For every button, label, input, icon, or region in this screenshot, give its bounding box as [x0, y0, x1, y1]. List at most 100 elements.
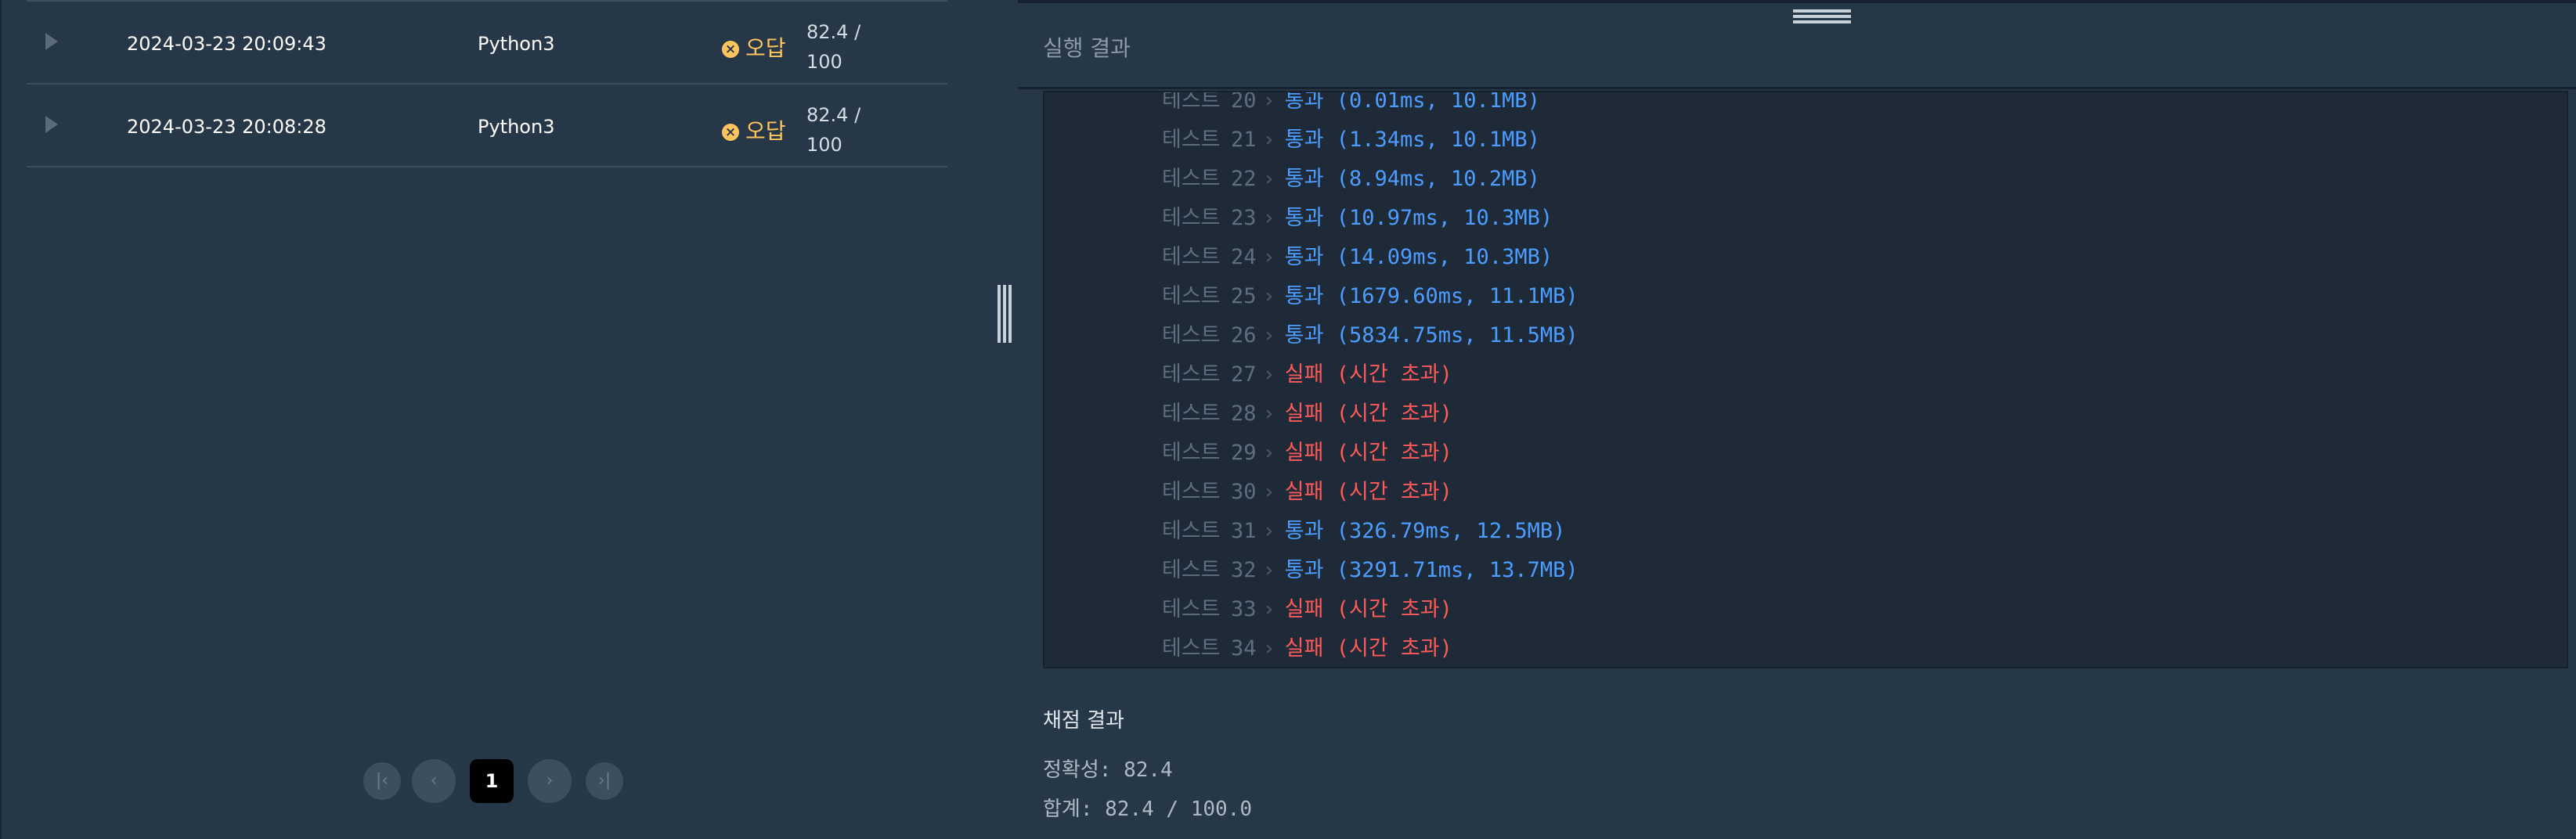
- test-label: 테스트: [1162, 91, 1221, 113]
- test-number: 25: [1231, 284, 1257, 308]
- test-result-line: 테스트 20 › 통과 (0.01ms, 10.1MB): [1162, 91, 1540, 114]
- first-page-icon[interactable]: |‹: [363, 762, 401, 800]
- test-status: 실패: [1284, 597, 1324, 621]
- test-status: 통과: [1284, 323, 1324, 347]
- test-number: 27: [1231, 362, 1257, 387]
- next-page-icon[interactable]: ›: [528, 759, 572, 803]
- test-detail: (시간 초과): [1336, 441, 1452, 465]
- test-number: 28: [1231, 401, 1257, 426]
- chevron-right-icon: ›: [1262, 480, 1275, 504]
- test-number: 26: [1231, 323, 1257, 347]
- chevron-right-icon: ›: [1262, 519, 1275, 543]
- x-circle-icon: ×: [722, 124, 739, 141]
- expand-arrow-icon[interactable]: [45, 116, 58, 133]
- test-detail: (1.34ms, 10.1MB): [1336, 128, 1540, 152]
- chevron-right-icon: ›: [1262, 597, 1275, 621]
- page-button-current[interactable]: 1: [470, 759, 514, 803]
- test-status: 통과: [1284, 519, 1324, 543]
- test-label: 테스트: [1162, 167, 1221, 191]
- test-number: 34: [1231, 636, 1257, 661]
- test-result-line: 테스트 28 › 실패 (시간 초과): [1162, 396, 1452, 427]
- submission-table: 2024-03-23 20:09:43 Python3 × 오답 82.4 / 10…: [27, 0, 947, 167]
- test-label: 테스트: [1162, 558, 1221, 582]
- test-detail: (시간 초과): [1336, 636, 1452, 661]
- test-status: 실패: [1284, 636, 1324, 661]
- results-header: 실행 결과: [1018, 3, 2576, 89]
- chevron-right-icon: ›: [1262, 401, 1275, 426]
- test-result-line: 테스트 21 › 통과 (1.34ms, 10.1MB): [1162, 122, 1540, 153]
- accuracy-line: 정확성: 82.4: [1043, 758, 1173, 782]
- test-label: 테스트: [1162, 401, 1221, 426]
- test-number: 21: [1231, 128, 1257, 152]
- test-result-line: 테스트 22 › 통과 (8.94ms, 10.2MB): [1162, 161, 1540, 193]
- results-panel: 실행 결과 테스트 20 › 통과 (0.01ms, 10.1MB) 테스트 21 › 통과 …: [1018, 0, 2576, 839]
- last-page-icon[interactable]: ›|: [586, 762, 623, 800]
- test-detail: (1679.60ms, 11.1MB): [1336, 284, 1578, 308]
- test-number: 30: [1231, 480, 1257, 504]
- test-status: 통과: [1284, 167, 1324, 191]
- panel-splitter[interactable]: [990, 0, 1021, 839]
- test-status: 실패: [1284, 401, 1324, 426]
- expand-arrow-icon[interactable]: [45, 33, 58, 50]
- test-status: 실패: [1284, 441, 1324, 465]
- test-number: 32: [1231, 558, 1257, 582]
- chevron-right-icon: ›: [1262, 558, 1275, 582]
- test-status: 통과: [1284, 91, 1324, 113]
- chevron-right-icon: ›: [1262, 636, 1275, 661]
- results-title: 실행 결과: [1043, 35, 1131, 61]
- chevron-right-icon: ›: [1262, 284, 1275, 308]
- test-number: 29: [1231, 441, 1257, 465]
- submission-history-panel: 2024-03-23 20:09:43 Python3 × 오답 82.4 / 10…: [0, 0, 991, 839]
- test-status: 통과: [1284, 284, 1324, 308]
- results-console[interactable]: 테스트 20 › 통과 (0.01ms, 10.1MB) 테스트 21 › 통과 (1.34m…: [1043, 91, 2568, 668]
- submission-score: 82.4 / 100: [806, 100, 860, 160]
- score-value: 82.4 /: [806, 21, 861, 43]
- test-result-line: 테스트 30 › 실패 (시간 초과): [1162, 474, 1452, 506]
- grading-title: 채점 결과: [1043, 709, 1124, 733]
- test-result-line: 테스트 27 › 실패 (시간 초과): [1162, 357, 1452, 388]
- test-status: 통과: [1284, 206, 1324, 230]
- chevron-right-icon: ›: [1262, 206, 1275, 230]
- test-detail: (시간 초과): [1336, 480, 1452, 504]
- test-detail: (시간 초과): [1336, 597, 1452, 621]
- test-label: 테스트: [1162, 206, 1221, 230]
- test-number: 22: [1231, 167, 1257, 191]
- table-row[interactable]: 2024-03-23 20:08:28 Python3 × 오답 82.4 / 10…: [27, 85, 947, 167]
- submission-result: × 오답: [722, 31, 786, 63]
- submission-date: 2024-03-23 20:08:28: [127, 116, 327, 138]
- test-number: 20: [1231, 91, 1257, 113]
- x-circle-icon: ×: [722, 41, 739, 58]
- submission-language: Python3: [478, 116, 555, 138]
- test-detail: (14.09ms, 10.3MB): [1336, 245, 1553, 269]
- test-result-line: 테스트 25 › 통과 (1679.60ms, 11.1MB): [1162, 279, 1578, 310]
- chevron-right-icon: ›: [1262, 323, 1275, 347]
- test-result-line: 테스트 26 › 통과 (5834.75ms, 11.5MB): [1162, 318, 1578, 349]
- test-label: 테스트: [1162, 441, 1221, 465]
- submission-language: Python3: [478, 33, 555, 55]
- chevron-right-icon: ›: [1262, 128, 1275, 152]
- splitter-grip-icon[interactable]: [998, 285, 1012, 343]
- test-number: 31: [1231, 519, 1257, 543]
- resize-handle-icon[interactable]: [1793, 9, 1851, 25]
- test-result-line: 테스트 32 › 통과 (3291.71ms, 13.7MB): [1162, 553, 1578, 584]
- table-row[interactable]: 2024-03-23 20:09:43 Python3 × 오답 82.4 / 10…: [27, 2, 947, 85]
- test-label: 테스트: [1162, 597, 1221, 621]
- test-detail: (3291.71ms, 13.7MB): [1336, 558, 1578, 582]
- submission-score: 82.4 / 100: [806, 17, 860, 77]
- submission-result: × 오답: [722, 114, 786, 146]
- test-label: 테스트: [1162, 284, 1221, 308]
- test-result-line: 테스트 29 › 실패 (시간 초과): [1162, 435, 1452, 466]
- test-detail: (10.97ms, 10.3MB): [1336, 206, 1553, 230]
- test-status: 실패: [1284, 480, 1324, 504]
- prev-page-icon[interactable]: ‹: [412, 759, 456, 803]
- chevron-right-icon: ›: [1262, 441, 1275, 465]
- test-result-line: 테스트 31 › 통과 (326.79ms, 12.5MB): [1162, 513, 1565, 545]
- test-label: 테스트: [1162, 245, 1221, 269]
- test-status: 통과: [1284, 128, 1324, 152]
- test-label: 테스트: [1162, 128, 1221, 152]
- test-number: 24: [1231, 245, 1257, 269]
- test-status: 실패: [1284, 362, 1324, 387]
- submission-date: 2024-03-23 20:09:43: [127, 33, 327, 55]
- chevron-right-icon: ›: [1262, 245, 1275, 269]
- chevron-right-icon: ›: [1262, 167, 1275, 191]
